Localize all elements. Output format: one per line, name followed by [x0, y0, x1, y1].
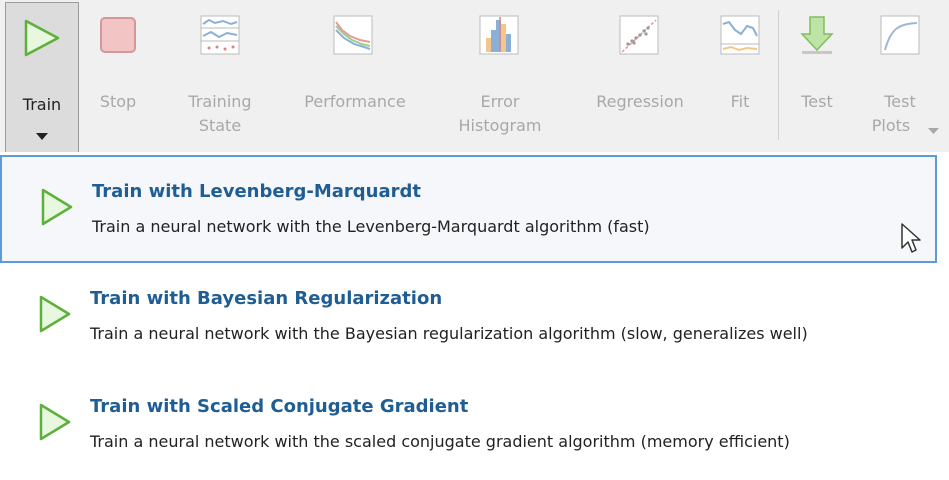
chevron-down-icon [928, 128, 939, 134]
menu-item-title: Train with Scaled Conjugate Gradient [90, 396, 469, 417]
performance-label: Performance [304, 92, 406, 111]
train-dropdown-menu: Train with Levenberg-Marquardt Train a n… [0, 152, 949, 475]
stop-button[interactable]: Stop [88, 0, 148, 152]
menu-item-title: Train with Levenberg-Marquardt [92, 181, 421, 202]
test-button[interactable]: Test [787, 0, 847, 152]
regression-plot-icon [619, 15, 659, 55]
mouse-pointer-icon [901, 223, 921, 253]
histogram-icon [479, 15, 519, 55]
training-state-label-line2: State [198, 116, 242, 135]
play-icon [39, 295, 71, 333]
menu-item-bayesian-regularization[interactable]: Train with Bayesian Regularization Train… [0, 264, 935, 372]
play-icon [39, 403, 71, 441]
test-download-arrow-icon [800, 16, 834, 54]
train-label: Train [22, 95, 62, 114]
regression-button[interactable]: Regression [578, 0, 702, 152]
menu-item-title: Train with Bayesian Regularization [90, 288, 443, 309]
chevron-down-icon [36, 133, 48, 140]
test-plots-label-line1: Test [884, 92, 916, 111]
performance-button[interactable]: Performance [285, 0, 425, 152]
test-label: Test [801, 92, 833, 111]
fit-label: Fit [730, 92, 750, 111]
stop-icon [100, 17, 136, 53]
menu-item-description: Train a neural network with the Bayesian… [90, 324, 808, 343]
menu-item-levenberg-marquardt[interactable]: Train with Levenberg-Marquardt Train a n… [0, 155, 937, 263]
error-histogram-button[interactable]: Error Histogram [445, 0, 555, 152]
toolstrip: Train Stop Training State Performance Er… [0, 0, 949, 153]
play-icon [41, 188, 73, 226]
performance-plot-icon [333, 15, 373, 55]
fit-button[interactable]: Fit [712, 0, 768, 152]
stop-label: Stop [99, 92, 137, 111]
regression-label: Regression [596, 92, 684, 111]
test-plots-icon [880, 15, 920, 55]
train-dropdown-button[interactable]: Train [5, 2, 79, 153]
toolstrip-separator [778, 10, 779, 140]
fit-plot-icon [720, 15, 760, 55]
menu-item-description: Train a neural network with the scaled c… [90, 432, 790, 451]
play-icon [24, 19, 60, 57]
error-histogram-label-line1: Error [480, 92, 520, 111]
menu-item-description: Train a neural network with the Levenber… [92, 217, 650, 236]
training-state-button[interactable]: Training State [175, 0, 265, 152]
test-plots-dropdown-button[interactable]: Test Plots [855, 0, 945, 152]
training-state-label-line1: Training [188, 92, 252, 111]
training-state-plot-icon [200, 15, 240, 55]
menu-item-scaled-conjugate-gradient[interactable]: Train with Scaled Conjugate Gradient Tra… [0, 372, 935, 480]
error-histogram-label-line2: Histogram [458, 116, 542, 135]
